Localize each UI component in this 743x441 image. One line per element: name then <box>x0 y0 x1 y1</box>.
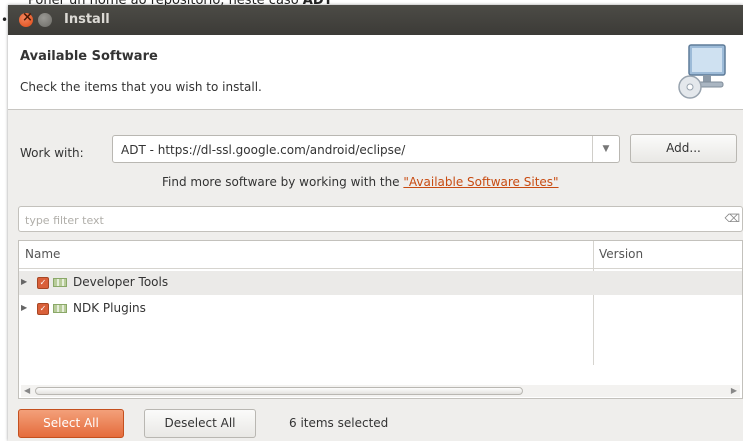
select-all-button[interactable]: Select All <box>18 409 124 438</box>
package-icon <box>53 278 67 287</box>
install-dialog: Install Available Software Check the ite… <box>8 5 743 441</box>
software-tree: Name Version ▶ ✓ Developer Tools ▶ ✓ NDK… <box>18 240 743 399</box>
selected-count: 6 items selected <box>289 416 389 430</box>
find-more-text: Find more software by working with the "… <box>162 175 559 189</box>
tree-row-label: Developer Tools <box>73 275 169 289</box>
column-name-header[interactable]: Name <box>25 247 60 261</box>
available-software-sites-link[interactable]: "Available Software Sites" <box>403 175 558 189</box>
install-computer-icon <box>678 44 726 99</box>
horizontal-scrollbar[interactable]: ◀ ▶ <box>21 385 740 397</box>
tree-row-label: NDK Plugins <box>73 301 146 315</box>
header-title: Available Software <box>20 49 158 64</box>
scroll-right-icon[interactable]: ▶ <box>731 386 737 395</box>
dialog-header: Available Software Check the items that … <box>8 35 743 110</box>
expand-arrow-icon[interactable]: ▶ <box>21 303 27 312</box>
work-with-combo[interactable]: ADT - https://dl-ssl.google.com/android/… <box>112 135 620 163</box>
deselect-all-button[interactable]: Deselect All <box>144 409 256 438</box>
tree-row-ndk-plugins[interactable]: ▶ ✓ NDK Plugins <box>19 297 742 321</box>
clear-filter-icon[interactable]: ⌫ <box>724 212 740 225</box>
expand-arrow-icon[interactable]: ▶ <box>21 277 27 286</box>
combo-arrow-icon[interactable]: ▼ <box>592 136 619 162</box>
scroll-left-icon[interactable]: ◀ <box>24 386 30 395</box>
checkbox-icon[interactable]: ✓ <box>37 277 49 289</box>
filter-input[interactable] <box>23 210 707 230</box>
window-title: Install <box>64 12 110 27</box>
minimize-icon[interactable] <box>38 13 52 27</box>
column-version-header[interactable]: Version <box>599 247 643 261</box>
package-icon <box>53 304 67 313</box>
work-with-value: ADT - https://dl-ssl.google.com/android/… <box>121 143 406 157</box>
tree-row-developer-tools[interactable]: ▶ ✓ Developer Tools <box>19 271 742 295</box>
add-button[interactable]: Add... <box>630 134 737 163</box>
window-titlebar: Install <box>8 5 743 35</box>
tree-header: Name Version <box>19 241 742 269</box>
work-with-label: Work with: <box>20 146 84 160</box>
close-icon[interactable] <box>19 10 33 27</box>
checkbox-icon[interactable]: ✓ <box>37 303 49 315</box>
header-description: Check the items that you wish to install… <box>20 80 262 94</box>
filter-box: ⌫ <box>18 206 743 232</box>
find-more-label: Find more software by working with the <box>162 175 404 189</box>
scrollbar-thumb[interactable] <box>35 387 523 395</box>
